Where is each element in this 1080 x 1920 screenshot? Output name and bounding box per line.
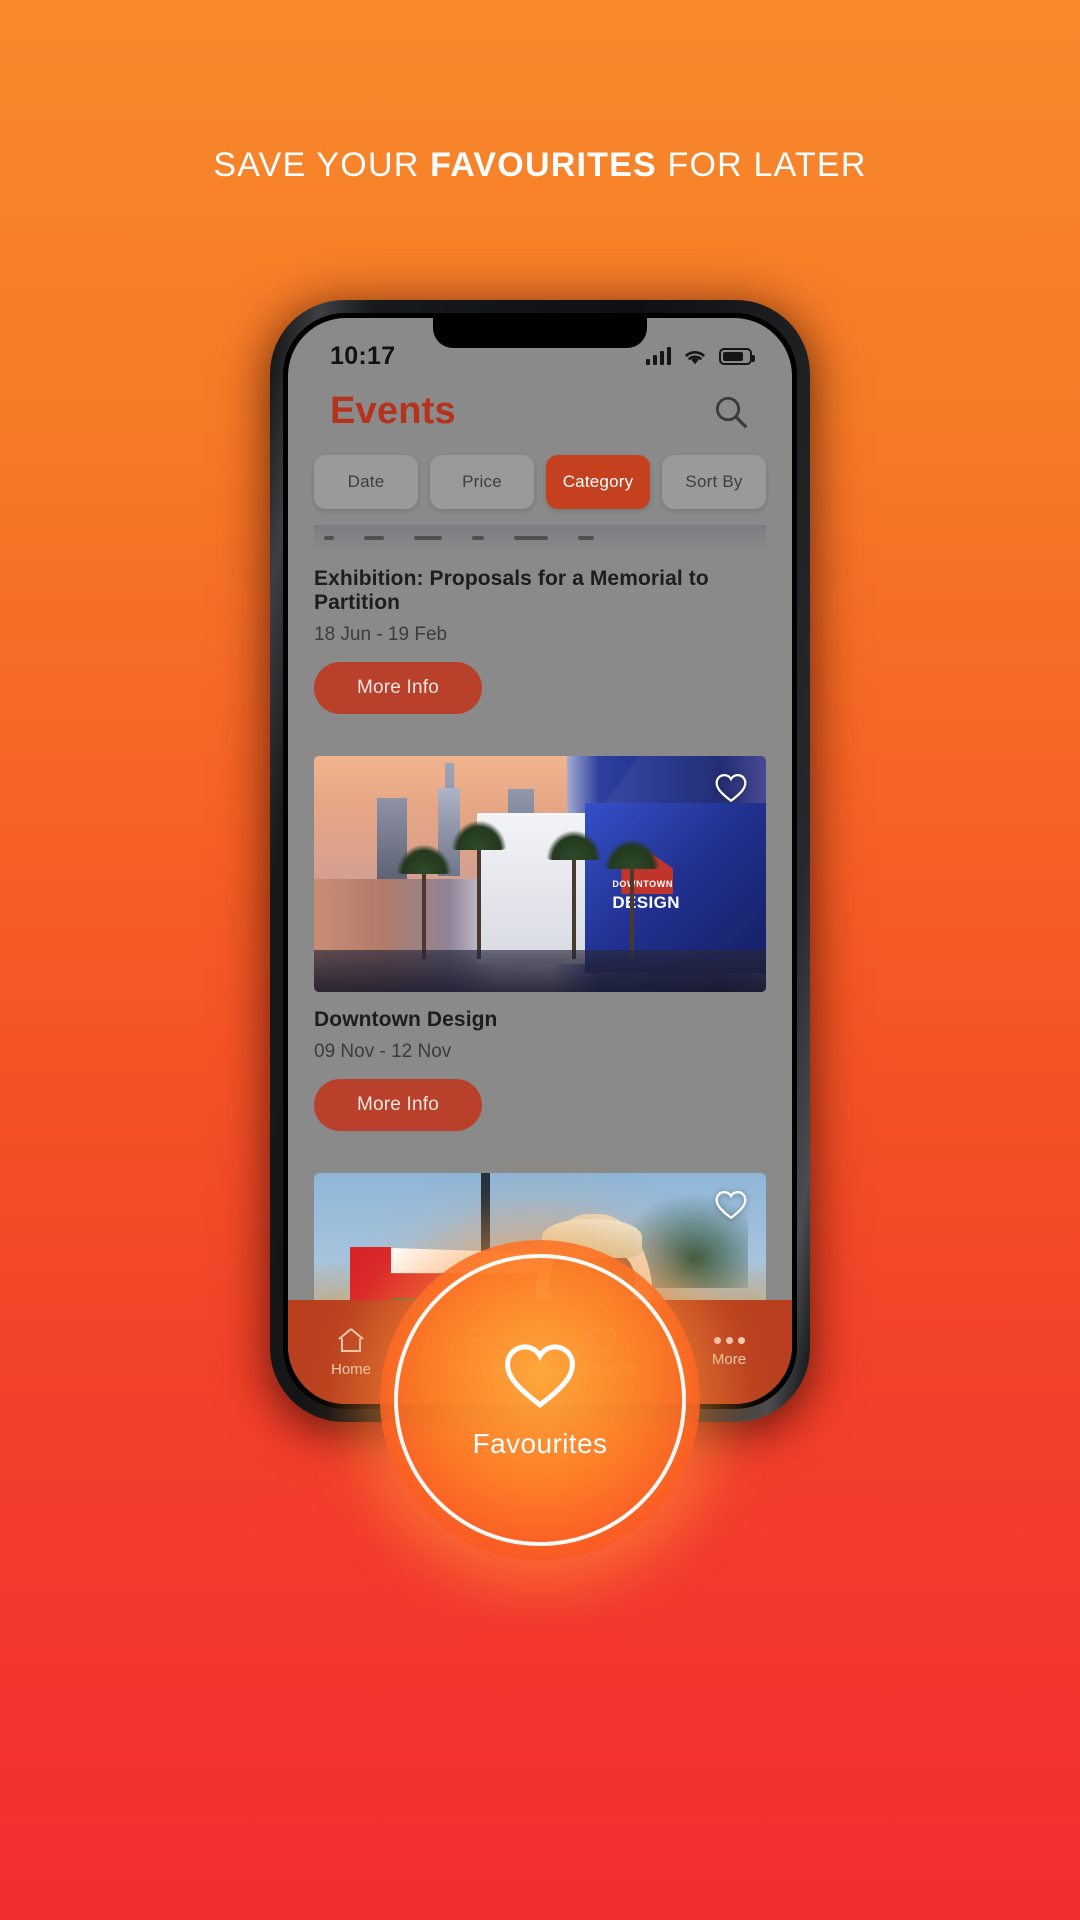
more-dots-icon — [713, 1336, 745, 1344]
event-dates: 09 Nov - 12 Nov — [314, 1041, 452, 1062]
filter-chip-label: Sort By — [685, 472, 743, 491]
wifi-icon — [685, 350, 705, 364]
image-caption-top: DOWNTOWN — [612, 878, 673, 889]
tab-label: More — [711, 1350, 747, 1368]
more-info-button[interactable]: More Info — [314, 662, 482, 714]
event-card[interactable]: DOWNTOWN DESIGN Downtown Design 09 Nov -… — [314, 714, 766, 1131]
tab-label: Home — [330, 1361, 371, 1378]
image-caption-bottom: DESIGN — [612, 892, 680, 912]
headline-trail: FOR LATER — [656, 146, 867, 184]
filter-chip-category[interactable]: Category — [546, 455, 650, 509]
status-indicators — [646, 347, 755, 366]
phone-notch — [433, 318, 647, 348]
more-info-button[interactable]: More Info — [314, 1079, 482, 1131]
filter-chip-date[interactable]: Date — [314, 455, 418, 509]
heart-outline-icon[interactable] — [714, 1189, 748, 1221]
filter-chip-label: Price — [462, 472, 502, 491]
app-header: Events — [288, 380, 792, 433]
spotlight-content: Favourites — [380, 1240, 700, 1560]
event-dates: 18 Jun - 19 Feb — [314, 624, 448, 645]
page-title: Events — [330, 390, 456, 432]
filter-chip-label: Category — [562, 472, 634, 491]
spotlight-label: Favourites — [472, 1428, 608, 1459]
cellular-bars-icon — [646, 347, 671, 365]
event-title: Downtown Design — [314, 1008, 498, 1031]
filter-chip-price[interactable]: Price — [430, 455, 534, 509]
battery-icon — [719, 347, 755, 365]
promo-headline: SAVE YOUR FAVOURITES FOR LATER — [0, 146, 1080, 185]
status-time: 10:17 — [330, 341, 396, 370]
filter-chip-sort-by[interactable]: Sort By — [662, 455, 766, 509]
event-image-cropped — [314, 525, 766, 551]
heart-outline-icon — [505, 1344, 575, 1408]
headline-emphasis: FAVOURITES — [430, 146, 657, 184]
heart-outline-icon[interactable] — [714, 772, 748, 804]
event-title: Exhibition: Proposals for a Memorial to … — [314, 567, 709, 614]
event-image: DOWNTOWN DESIGN — [314, 756, 766, 992]
home-icon — [338, 1328, 364, 1352]
favourites-spotlight[interactable]: Favourites — [380, 1240, 700, 1560]
search-icon[interactable] — [712, 393, 750, 431]
event-card[interactable]: Exhibition: Proposals for a Memorial to … — [314, 509, 766, 714]
filter-chip-label: Date — [347, 472, 385, 491]
downtown-design-photo: DOWNTOWN DESIGN — [314, 756, 766, 992]
filter-chip-row: Date Price Category Sort By — [288, 433, 792, 509]
headline-lead: SAVE YOUR — [213, 146, 431, 184]
